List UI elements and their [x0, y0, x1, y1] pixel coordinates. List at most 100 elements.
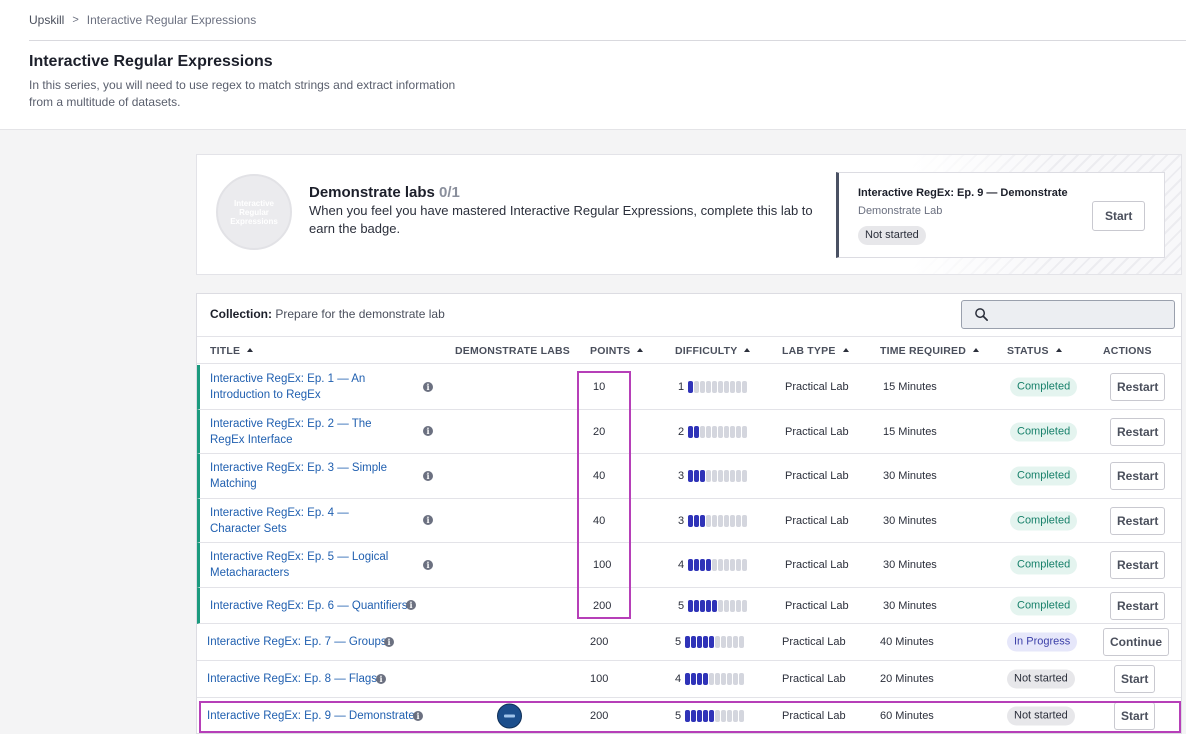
table-row: Interactive RegEx: Ep. 3 — Simple Matchi…: [197, 454, 1181, 499]
search-icon: [975, 308, 988, 321]
column-time-required[interactable]: TIME REQUIRED: [880, 345, 980, 357]
lab-title-link[interactable]: Interactive RegEx: Ep. 5 — Logical Metac…: [210, 549, 400, 581]
lab-title-link[interactable]: Interactive RegEx: Ep. 8 — Flags: [207, 671, 377, 687]
lab-title-link[interactable]: Interactive RegEx: Ep. 6 — Quantifiers: [210, 598, 408, 614]
restart-button[interactable]: Restart: [1110, 373, 1166, 401]
status-badge: Not started: [1007, 669, 1075, 689]
lab-title-link[interactable]: Interactive RegEx: Ep. 2 — The RegEx Int…: [210, 416, 400, 448]
difficulty-segment: [742, 559, 748, 571]
column-demonstrate-labs-label: DEMONSTRATE LABS: [455, 345, 571, 357]
sort-asc-icon: [842, 347, 849, 352]
info-icon[interactable]: i: [376, 674, 386, 684]
difficulty-segment: [739, 636, 745, 648]
column-difficulty[interactable]: DIFFICULTY: [675, 345, 751, 357]
lab-type: Practical Lab: [785, 381, 849, 393]
lab-type: Practical Lab: [785, 425, 849, 438]
continue-button[interactable]: Continue: [1103, 628, 1169, 656]
info-icon[interactable]: i: [423, 382, 433, 392]
time-required: 30 Minutes: [883, 514, 937, 527]
column-points-label: POINTS: [590, 345, 631, 357]
search-input[interactable]: [961, 300, 1175, 329]
difficulty-segment: [706, 381, 712, 393]
demonstrate-lab-subtitle: Demonstrate Lab: [858, 205, 943, 217]
info-icon[interactable]: i: [423, 426, 433, 436]
difficulty-segment: [724, 559, 730, 571]
page-description: In this series, you will need to use reg…: [29, 78, 456, 109]
column-actions-label: ACTIONS: [1103, 345, 1152, 357]
difficulty-value: 3: [678, 470, 685, 482]
table-row: Interactive RegEx: Ep. 5 — Logical Metac…: [197, 543, 1181, 588]
restart-button[interactable]: Restart: [1110, 462, 1166, 490]
lab-type: Practical Lab: [785, 599, 849, 612]
time-required: 15 Minutes: [883, 425, 937, 438]
difficulty-segment: [730, 559, 736, 571]
difficulty-value: 4: [675, 673, 682, 685]
lab-type: Practical Lab: [782, 636, 846, 648]
difficulty-segment: [736, 599, 742, 612]
collection-name: Prepare for the demonstrate lab: [275, 307, 445, 321]
difficulty-segment: [703, 673, 709, 685]
difficulty-segment: [697, 636, 703, 648]
start-button[interactable]: Start: [1092, 201, 1146, 231]
difficulty-segment: [742, 470, 748, 482]
difficulty-segment: [736, 470, 742, 482]
info-icon[interactable]: i: [384, 637, 394, 647]
difficulty-segment: [706, 425, 712, 438]
difficulty-segment: [703, 636, 709, 648]
info-icon[interactable]: i: [423, 560, 433, 570]
restart-button[interactable]: Restart: [1110, 551, 1166, 579]
status-badge: In Progress: [1007, 632, 1078, 652]
lab-title-link[interactable]: Interactive RegEx: Ep. 3 — Simple Matchi…: [210, 460, 400, 492]
lab-title-link[interactable]: Interactive RegEx: Ep. 4 — Character Set…: [210, 505, 400, 537]
info-icon[interactable]: i: [423, 515, 433, 525]
column-title[interactable]: TITLE: [210, 345, 254, 357]
difficulty-segment: [700, 425, 706, 438]
difficulty-segment: [712, 514, 718, 527]
lab-title-link[interactable]: Interactive RegEx: Ep. 1 — An Introducti…: [210, 371, 400, 403]
breadcrumb-root[interactable]: Upskill: [29, 13, 64, 27]
status-badge: Not started: [858, 226, 926, 245]
difficulty-segment: [724, 599, 730, 612]
difficulty-segment: [712, 559, 718, 571]
info-icon[interactable]: i: [406, 600, 416, 610]
difficulty-value: 2: [678, 425, 685, 438]
restart-button[interactable]: Restart: [1110, 591, 1166, 620]
lab-title-link[interactable]: Interactive RegEx: Ep. 7 — Groups: [207, 634, 387, 650]
demonstrate-lab-title[interactable]: Interactive RegEx: Ep. 9 — Demonstrate: [858, 187, 1068, 199]
difficulty-segment: [688, 470, 694, 482]
column-status[interactable]: STATUS: [1007, 345, 1062, 357]
difficulty-segment: [730, 470, 736, 482]
chevron-right-icon: >: [72, 14, 79, 26]
status-badge: Completed: [1010, 422, 1078, 441]
info-icon[interactable]: i: [423, 471, 433, 481]
difficulty-segment: [700, 559, 706, 571]
difficulty-segment: [688, 559, 694, 571]
collection-label: Collection: Prepare for the demonstrate …: [210, 307, 445, 321]
table-row: Interactive RegEx: Ep. 1 — An Introducti…: [197, 365, 1181, 410]
time-required: 20 Minutes: [880, 673, 934, 685]
status-badge: Completed: [1010, 511, 1078, 530]
column-actions: ACTIONS: [1103, 345, 1152, 357]
difficulty-segment: [712, 470, 718, 482]
status-badge: Completed: [1010, 596, 1078, 615]
start-button[interactable]: Start: [1114, 665, 1156, 693]
status-badge: Completed: [1010, 377, 1078, 397]
difficulty-meter: 1: [678, 381, 748, 393]
time-required: 15 Minutes: [883, 381, 937, 393]
difficulty-segment: [712, 425, 718, 438]
difficulty-segment: [706, 559, 712, 571]
difficulty-segment: [727, 673, 733, 685]
difficulty-value: 5: [675, 636, 682, 648]
column-lab-type[interactable]: LAB TYPE: [782, 345, 849, 357]
lab-type: Practical Lab: [785, 514, 849, 527]
difficulty-segment: [700, 514, 706, 527]
difficulty-segment: [697, 673, 703, 685]
column-time-required-label: TIME REQUIRED: [880, 345, 967, 357]
restart-button[interactable]: Restart: [1110, 417, 1166, 446]
difficulty-segment: [736, 425, 742, 438]
difficulty-segment: [739, 673, 745, 685]
restart-button[interactable]: Restart: [1110, 506, 1166, 535]
difficulty-segment: [736, 559, 742, 571]
column-points[interactable]: POINTS: [590, 345, 644, 357]
difficulty-value: 4: [678, 559, 685, 571]
